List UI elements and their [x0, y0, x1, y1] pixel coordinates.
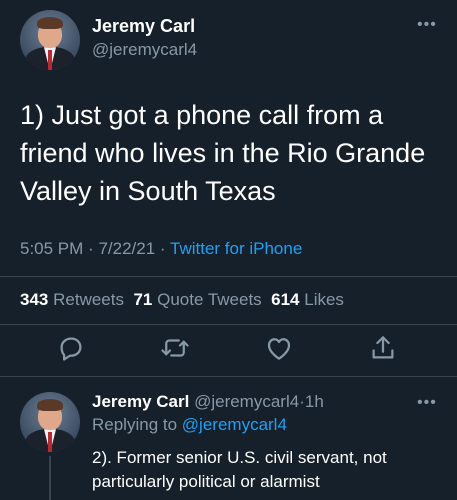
more-horizontal-icon[interactable]: •••: [417, 394, 437, 412]
author-name[interactable]: Jeremy Carl: [92, 16, 195, 37]
tweet-actions: [0, 333, 457, 373]
divider: [0, 376, 457, 377]
likes-count: 614: [271, 290, 300, 309]
quotes-stat[interactable]: 71 Quote Tweets: [133, 290, 261, 309]
tweet-date[interactable]: 7/22/21: [98, 239, 155, 258]
reply-author-handle[interactable]: @jeremycarl4: [194, 392, 299, 411]
likes-label: Likes: [304, 290, 344, 309]
main-tweet[interactable]: Jeremy Carl @jeremycarl4 ••• 1) Just got…: [0, 0, 457, 377]
more-horizontal-icon[interactable]: •••: [417, 16, 437, 34]
reply-author-name[interactable]: Jeremy Carl: [92, 392, 189, 411]
meta-separator: ·: [88, 239, 94, 258]
author-handle[interactable]: @jeremycarl4: [92, 40, 197, 60]
reply-text: 2). Former senior U.S. civil servant, no…: [92, 448, 387, 491]
quotes-label: Quote Tweets: [157, 290, 262, 309]
likes-stat[interactable]: 614 Likes: [271, 290, 344, 309]
divider: [0, 276, 457, 277]
replying-mention[interactable]: @jeremycarl4: [182, 415, 287, 434]
reply-header: Jeremy Carl @jeremycarl4·1h: [92, 392, 324, 412]
replying-label: Replying to: [92, 415, 178, 434]
tweet-text: 1) Just got a phone call from a friend w…: [20, 100, 426, 206]
meta-separator: ·: [159, 239, 166, 258]
like-icon[interactable]: [264, 333, 294, 363]
share-icon[interactable]: [368, 333, 398, 363]
retweets-label: Retweets: [53, 290, 124, 309]
avatar[interactable]: [20, 10, 80, 70]
tweet-meta: 5:05 PM · 7/22/21 · Twitter for iPhone: [20, 239, 302, 259]
retweets-stat[interactable]: 343 Retweets: [20, 290, 124, 309]
replying-to: Replying to @jeremycarl4: [92, 415, 287, 435]
divider: [0, 324, 457, 325]
tweet-source[interactable]: Twitter for iPhone: [170, 239, 302, 258]
tweet-time[interactable]: 5:05 PM: [20, 239, 83, 258]
thread-line: [49, 456, 51, 500]
retweets-count: 343: [20, 290, 49, 309]
reply-age[interactable]: 1h: [305, 392, 324, 411]
tweet-stats: 343 Retweets 71 Quote Tweets 614 Likes: [20, 290, 344, 310]
quotes-count: 71: [133, 290, 153, 309]
avatar[interactable]: [20, 392, 80, 452]
reply-icon[interactable]: [56, 333, 86, 363]
retweet-icon[interactable]: [160, 333, 190, 363]
